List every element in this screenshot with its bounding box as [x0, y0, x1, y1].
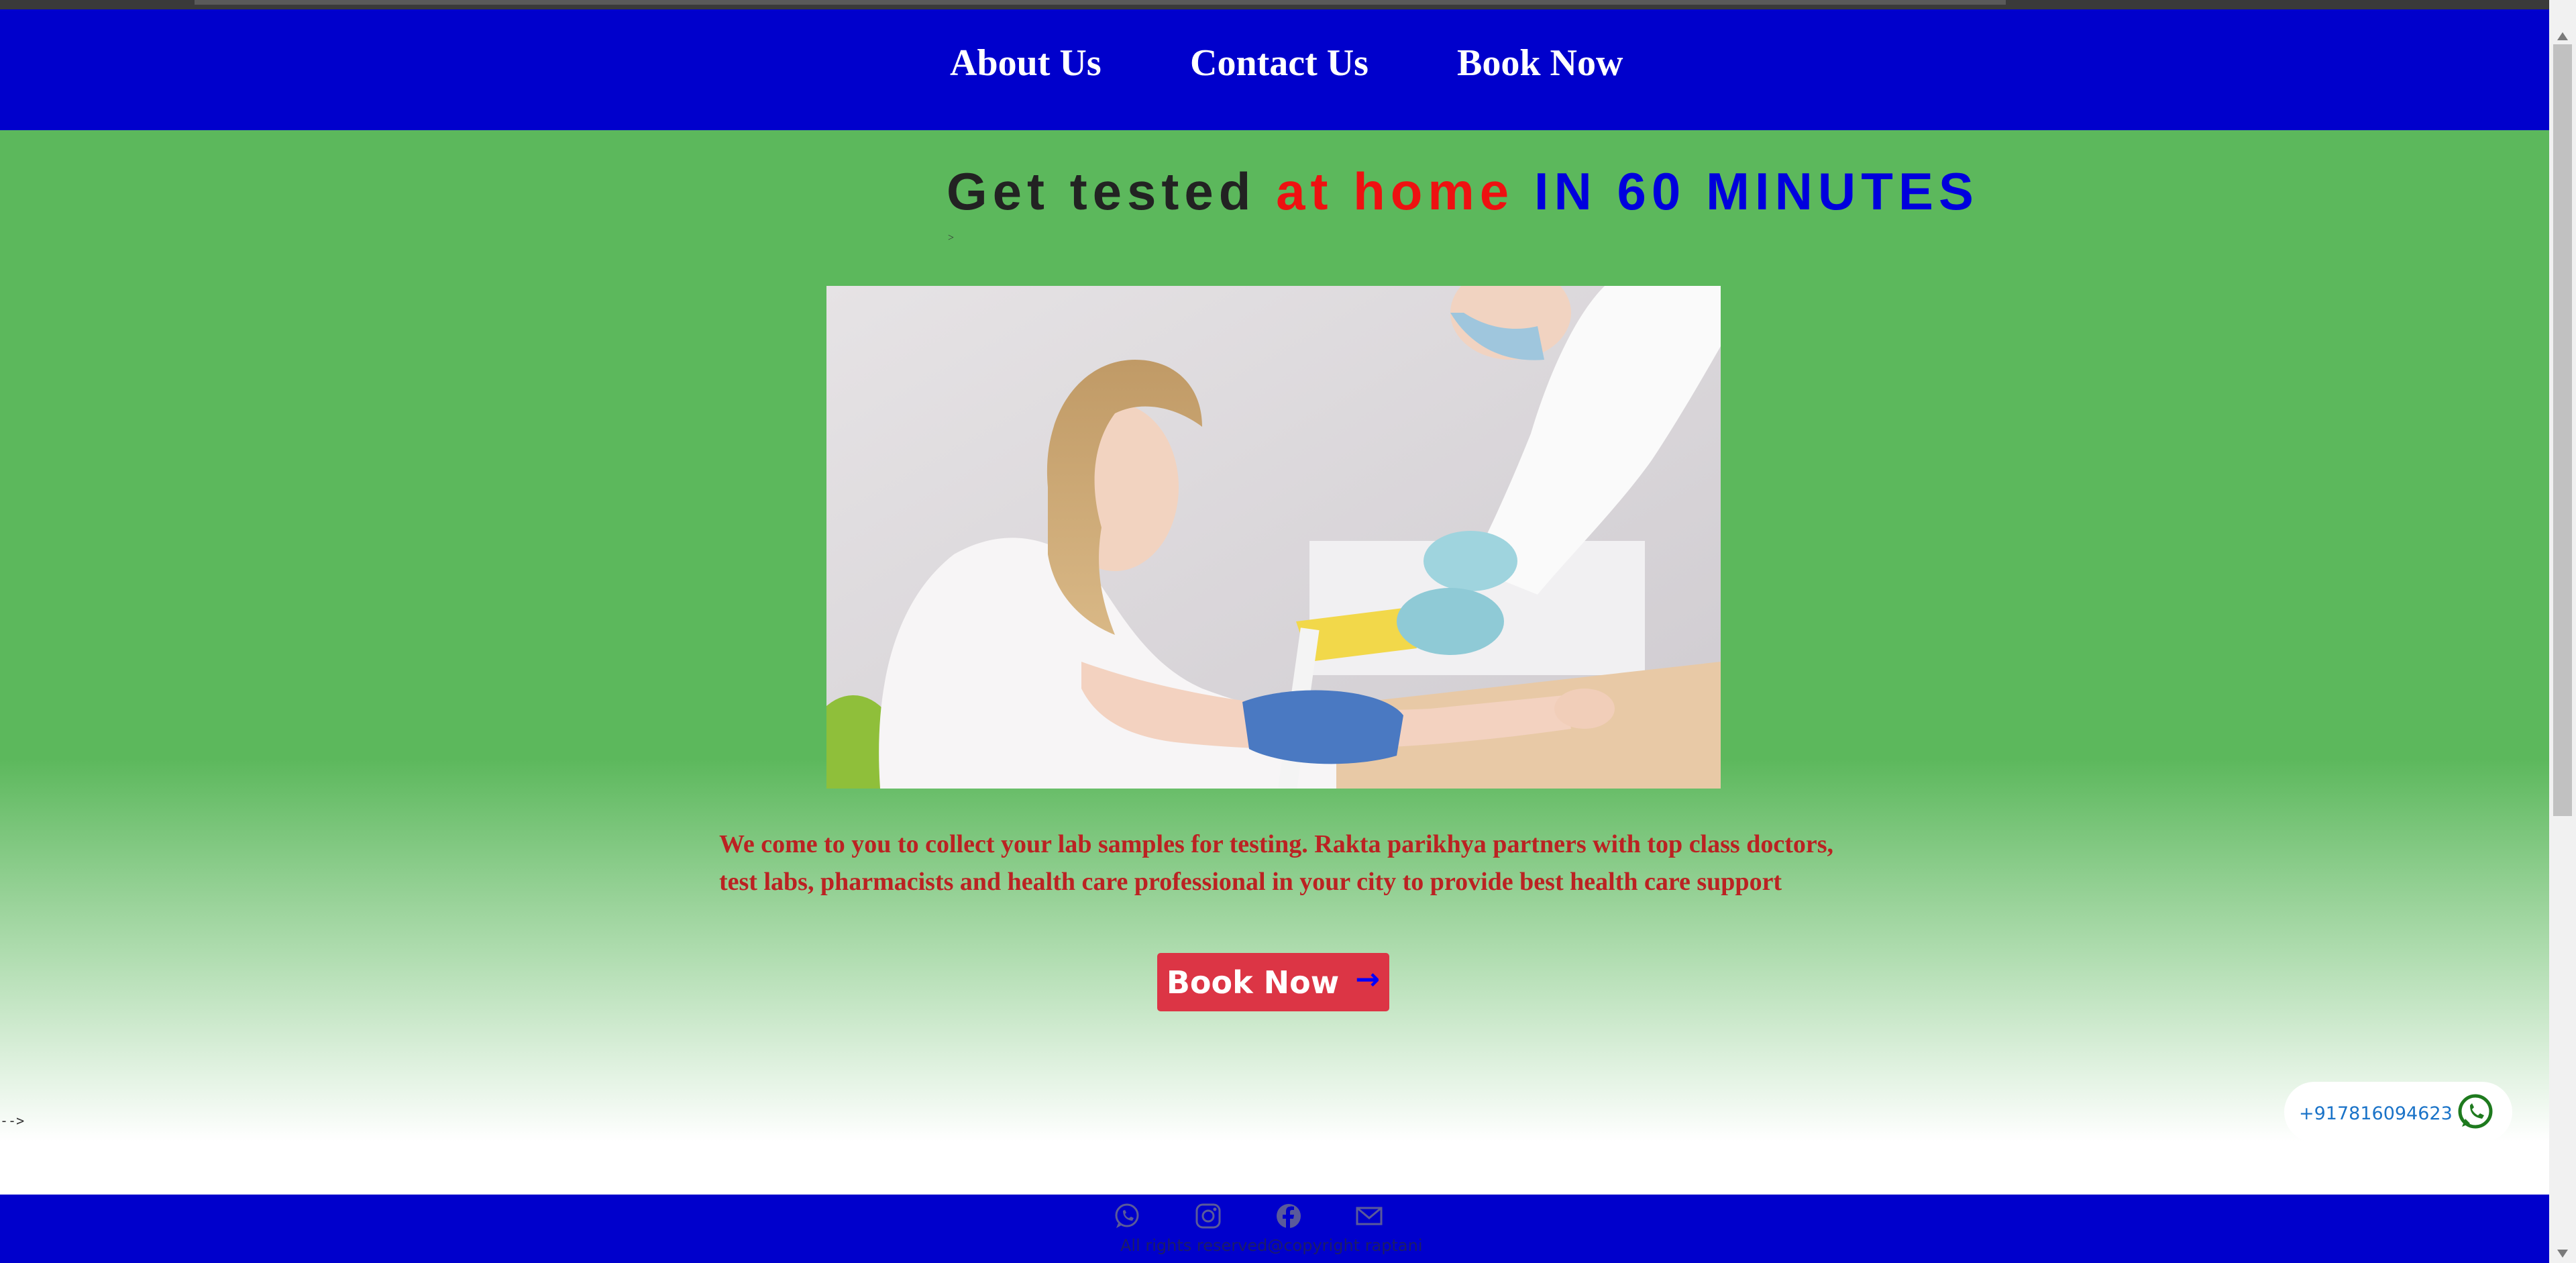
facebook-icon[interactable]	[1274, 1201, 1303, 1231]
headline-60-minutes: IN 60 MINUTES	[1534, 162, 1979, 221]
stray-comment-text: -->	[0, 1113, 25, 1129]
whatsapp-floating-widget[interactable]: +917816094623	[2284, 1082, 2512, 1142]
browser-top-strip	[0, 0, 2549, 9]
whatsapp-phone-number[interactable]: +917816094623	[2299, 1103, 2453, 1124]
mail-icon[interactable]	[1354, 1201, 1384, 1231]
hero-headline: Get tested at home IN 60 MINUTES	[947, 161, 1979, 222]
whatsapp-icon[interactable]	[2455, 1092, 2496, 1132]
scrollbar-thumb[interactable]	[2553, 44, 2572, 816]
instagram-icon[interactable]	[1193, 1201, 1223, 1231]
nav-contact-us[interactable]: Contact Us	[1190, 42, 1368, 85]
hero-book-now-button[interactable]: Book Now →	[1157, 953, 1389, 1011]
nav-about-us[interactable]: About Us	[950, 42, 1102, 85]
book-now-label: Book Now	[1166, 964, 1340, 1001]
scroll-up-arrow-icon[interactable]	[2557, 32, 2568, 40]
hero-image-blood-test	[826, 286, 1721, 789]
top-navbar: About Us Contact Us Book Now	[0, 9, 2549, 130]
whatsapp-icon[interactable]	[1112, 1201, 1142, 1231]
stray-mark: >	[948, 232, 955, 244]
footer: All rights reserved@copyright raptani	[0, 1195, 2549, 1263]
hero-description: We come to you to collect your lab sampl…	[719, 830, 1833, 896]
nav-book-now[interactable]: Book Now	[1457, 42, 1623, 85]
browser-highlight	[195, 0, 2006, 5]
headline-at-home: at home	[1276, 162, 1515, 221]
arrow-right-icon: →	[1355, 962, 1381, 997]
scroll-down-arrow-icon[interactable]	[2557, 1250, 2568, 1258]
headline-get-tested: Get tested	[947, 162, 1256, 221]
footer-copyright: All rights reserved@copyright raptani	[1120, 1236, 1423, 1255]
vertical-scrollbar[interactable]	[2549, 0, 2576, 1263]
